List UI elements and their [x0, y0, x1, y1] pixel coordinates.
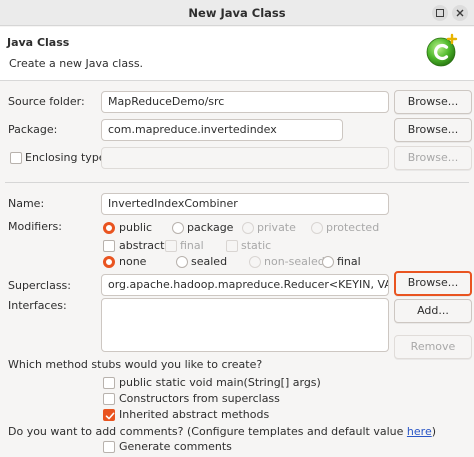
enclosing-type-label: Enclosing type: [25, 151, 110, 164]
modifier-static-label: static [241, 239, 272, 252]
comments-question-close: ) [431, 425, 437, 438]
header-subtitle: Create a new Java class. [9, 57, 144, 70]
modifier-abstract-label: abstract [119, 239, 165, 252]
stub-main-checkbox[interactable] [103, 377, 115, 389]
source-folder-label: Source folder: [8, 95, 85, 108]
configure-templates-link[interactable]: here [407, 425, 432, 438]
modifier-none-label: none [119, 255, 147, 268]
superclass-label: Superclass: [8, 279, 71, 292]
modifier-protected-radio[interactable] [311, 222, 323, 234]
checkmark-icon [105, 412, 115, 420]
close-button[interactable] [452, 5, 468, 21]
stub-main-label: public static void main(String[] args) [119, 376, 321, 389]
enclosing-type-field[interactable] [101, 147, 389, 169]
name-label: Name: [8, 197, 45, 210]
modifier-sealed-radio[interactable] [176, 256, 188, 268]
dialog-header [0, 27, 474, 81]
modifier-private-radio[interactable] [242, 222, 254, 234]
modifier-non-sealed-radio[interactable] [249, 256, 261, 268]
modifier-sealed-label: sealed [191, 255, 228, 268]
class-name-field[interactable]: InvertedIndexCombiner [101, 193, 389, 215]
package-browse-button[interactable]: Browse... [394, 118, 472, 142]
interfaces-add-button[interactable]: Add... [394, 299, 472, 323]
modifier-public-label: public [119, 221, 153, 234]
interfaces-label: Interfaces: [8, 299, 67, 312]
generate-comments-label: Generate comments [119, 440, 232, 453]
modifier-package-radio[interactable] [172, 222, 184, 234]
generate-comments-checkbox[interactable] [103, 441, 115, 453]
enclosing-type-browse-button[interactable]: Browse... [394, 146, 472, 170]
maximize-button[interactable] [432, 5, 448, 21]
modifier-package-label: package [187, 221, 234, 234]
modifier-public-radio[interactable] [103, 222, 115, 234]
modifier-final-checkbox[interactable] [165, 240, 177, 252]
window-title: New Java Class [188, 6, 286, 20]
comments-question: Do you want to add comments? (Configure … [8, 425, 436, 438]
comments-question-text: Do you want to add comments? (Configure … [8, 425, 407, 438]
package-field[interactable]: com.mapreduce.invertedindex [101, 119, 343, 141]
interfaces-remove-button[interactable]: Remove [394, 335, 472, 359]
enclosing-type-checkbox[interactable] [10, 152, 22, 164]
method-stubs-question: Which method stubs would you like to cre… [8, 358, 263, 371]
maximize-icon [436, 9, 444, 17]
new-class-wizard-icon [426, 33, 458, 67]
modifiers-label: Modifiers: [8, 220, 62, 233]
modifier-final-label: final [180, 239, 204, 252]
modifier-abstract-checkbox[interactable] [103, 240, 115, 252]
modifier-none-radio[interactable] [103, 256, 115, 268]
superclass-browse-button[interactable]: Browse... [394, 271, 472, 296]
modifier-private-label: private [257, 221, 296, 234]
stub-constructors-label: Constructors from superclass [119, 392, 280, 405]
close-icon [456, 9, 464, 17]
stub-inherited-checkbox[interactable] [103, 409, 115, 421]
source-folder-browse-button[interactable]: Browse... [394, 90, 472, 114]
interfaces-list[interactable] [101, 298, 389, 352]
package-label: Package: [8, 123, 58, 136]
stub-constructors-checkbox[interactable] [103, 393, 115, 405]
source-folder-field[interactable]: MapReduceDemo/src [101, 91, 389, 113]
stub-inherited-label: Inherited abstract methods [119, 408, 270, 421]
modifier-final-radio-label: final [337, 255, 361, 268]
modifier-final-radio[interactable] [322, 256, 334, 268]
header-title: Java Class [7, 36, 70, 49]
superclass-field[interactable]: org.apache.hadoop.mapreduce.Reducer<KEYI… [101, 274, 389, 296]
modifier-non-sealed-label: non-sealed [264, 255, 325, 268]
separator [5, 182, 469, 183]
modifier-protected-label: protected [326, 221, 380, 234]
modifier-static-checkbox[interactable] [226, 240, 238, 252]
